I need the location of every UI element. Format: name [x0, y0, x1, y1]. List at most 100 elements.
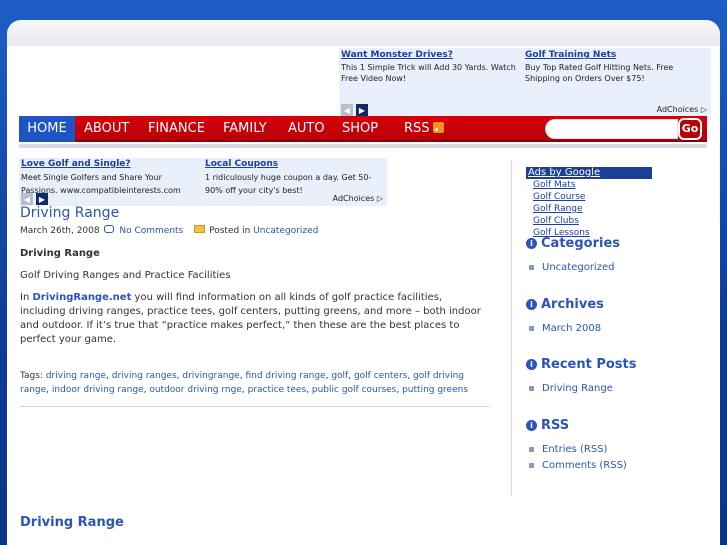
google-ads-header[interactable]: Ads by Google	[526, 167, 652, 179]
google-ad-link[interactable]: Golf Range	[526, 203, 652, 215]
info-icon: i	[526, 420, 537, 431]
top-ad-2[interactable]: Golf Training Nets Buy Top Rated Golf Hi…	[525, 50, 707, 84]
tag-link[interactable]: putting greens	[402, 385, 468, 395]
tag-link[interactable]: public golf courses	[312, 385, 396, 395]
frame-header	[7, 20, 720, 46]
tag-link[interactable]: golf	[331, 371, 348, 381]
prev-arrow-icon[interactable]: ◀	[341, 104, 353, 116]
google-ads-box: Ads by Google Golf Mats Golf Course Golf…	[526, 167, 652, 239]
archives-title: Archives	[541, 297, 604, 312]
site-link[interactable]: DrivingRange.net	[32, 292, 131, 303]
nav-family[interactable]: FAMILY	[223, 116, 267, 142]
post-title[interactable]: Driving Range	[20, 205, 119, 221]
info-icon: i	[526, 238, 537, 249]
nav-home[interactable]: HOME	[19, 116, 75, 142]
category-item[interactable]: Uncategorized	[526, 262, 620, 273]
inline-ad-2-title[interactable]: Local Coupons	[205, 159, 385, 169]
google-ad-link[interactable]: Golf Mats	[526, 179, 652, 191]
post-intro: Golf Driving Ranges and Practice Facilit…	[20, 270, 231, 281]
top-ad-1-title[interactable]: Want Monster Drives?	[341, 50, 523, 61]
tag-link[interactable]: outdoor driving rnge	[149, 385, 242, 395]
inline-ad-unit: Love Golf and Single? Meet Single Golfer…	[19, 158, 387, 206]
widget-title: i Recent Posts	[526, 357, 637, 372]
top-ad-1[interactable]: Want Monster Drives? This 1 Simple Trick…	[341, 50, 523, 84]
inline-ad-nav: ◀ ▶	[21, 193, 48, 205]
inline-ad-2[interactable]: Local Coupons 1 ridiculously huge coupon…	[205, 159, 385, 196]
tag-link[interactable]: drivingrange	[182, 371, 239, 381]
recent-post-label: Driving Range	[542, 383, 613, 394]
prev-arrow-icon[interactable]: ◀	[21, 193, 33, 205]
top-ad-2-title[interactable]: Golf Training Nets	[525, 50, 707, 61]
inline-ad-1[interactable]: Love Golf and Single? Meet Single Golfer…	[21, 159, 201, 196]
archive-item[interactable]: March 2008	[526, 323, 604, 334]
nav-shop[interactable]: SHOP	[342, 116, 378, 142]
body-prefix: In	[20, 292, 30, 303]
top-ad-1-text: This 1 Simple Trick will Add 30 Yards. W…	[341, 63, 516, 83]
inline-ad-1-title[interactable]: Love Golf and Single?	[21, 159, 201, 169]
bullet-icon	[529, 265, 534, 270]
nav-about[interactable]: ABOUT	[84, 116, 129, 142]
tag-link[interactable]: driving range	[46, 371, 106, 381]
archive-item-label: March 2008	[542, 323, 602, 334]
comment-icon	[104, 225, 115, 233]
tag-link[interactable]: find driving range	[245, 371, 325, 381]
top-ad-unit: Want Monster Drives? This 1 Simple Trick…	[339, 48, 711, 118]
post-divider	[20, 406, 490, 407]
adchoices-link[interactable]: AdChoices ▷	[657, 105, 707, 114]
nav-rss-label: RSS	[404, 121, 430, 136]
post-body: Driving Range Golf Driving Ranges and Pr…	[20, 247, 485, 355]
search-input[interactable]	[545, 119, 678, 139]
tag-link[interactable]: driving ranges	[112, 371, 177, 381]
go-button[interactable]: Go	[678, 118, 702, 140]
archives-widget: i Archives March 2008	[526, 297, 604, 334]
rss-entries-item[interactable]: Entries (RSS)	[526, 444, 627, 455]
nav-rss[interactable]: RSS	[404, 116, 444, 142]
adchoices-link[interactable]: AdChoices ▷	[333, 194, 383, 203]
category-item-label: Uncategorized	[542, 262, 615, 273]
adchoices-label: AdChoices	[332, 194, 375, 203]
adchoices-icon: ▷	[376, 194, 383, 203]
rss-widget: i RSS Entries (RSS) Comments (RSS)	[526, 418, 627, 471]
widget-title: i Categories	[526, 236, 620, 251]
top-ad-2-text: Buy Top Rated Golf Hitting Nets. Free Sh…	[525, 63, 674, 83]
nav-shadow	[19, 144, 707, 148]
post-tags: Tags: driving range, driving ranges, dri…	[20, 371, 469, 395]
info-icon: i	[526, 299, 537, 310]
category-link[interactable]: Uncategorized	[253, 226, 318, 236]
inline-ad-1-text: Meet Single Golfers and Share Your Passi…	[21, 173, 181, 195]
rss-entries-label: Entries (RSS)	[542, 444, 608, 455]
tag-link[interactable]: golf centers	[354, 371, 407, 381]
rss-comments-item[interactable]: Comments (RSS)	[526, 460, 627, 471]
bullet-icon	[529, 326, 534, 331]
tag-link[interactable]: practice tees	[248, 385, 307, 395]
comments-link[interactable]: No Comments	[119, 226, 183, 236]
categories-widget: i Categories Uncategorized	[526, 236, 620, 273]
bullet-icon	[529, 463, 534, 468]
recent-posts-widget: i Recent Posts Driving Range	[526, 357, 637, 394]
widget-title: i Archives	[526, 297, 604, 312]
tag-link[interactable]: indoor driving range	[52, 385, 144, 395]
post-meta: March 26th, 2008 No Comments Posted in U…	[20, 225, 318, 236]
bullet-icon	[529, 447, 534, 452]
info-icon: i	[526, 359, 537, 370]
next-post-title[interactable]: Driving Range	[20, 515, 124, 530]
widget-title: i RSS	[526, 418, 627, 433]
rss-title: RSS	[541, 418, 570, 433]
recent-post-item[interactable]: Driving Range	[526, 383, 637, 394]
nav-finance[interactable]: FINANCE	[148, 116, 205, 142]
adchoices-label: AdChoices	[656, 105, 699, 114]
nav-auto[interactable]: AUTO	[288, 116, 325, 142]
sidebar-divider	[511, 160, 512, 495]
categories-title: Categories	[541, 236, 621, 251]
next-arrow-icon[interactable]: ▶	[36, 193, 48, 205]
next-arrow-icon[interactable]: ▶	[356, 104, 368, 116]
post-date: March 26th, 2008	[20, 226, 100, 236]
google-ad-link[interactable]: Golf Course	[526, 191, 652, 203]
post-heading: Driving Range	[20, 248, 100, 259]
tags-label: Tags:	[20, 371, 43, 381]
inline-ad-2-text: 1 ridiculously huge coupon a day. Get 50…	[205, 173, 372, 195]
rss-icon	[432, 122, 444, 133]
adchoices-icon: ▷	[700, 105, 707, 114]
google-ad-link[interactable]: Golf Clubs	[526, 215, 652, 227]
recent-posts-title: Recent Posts	[541, 357, 637, 372]
